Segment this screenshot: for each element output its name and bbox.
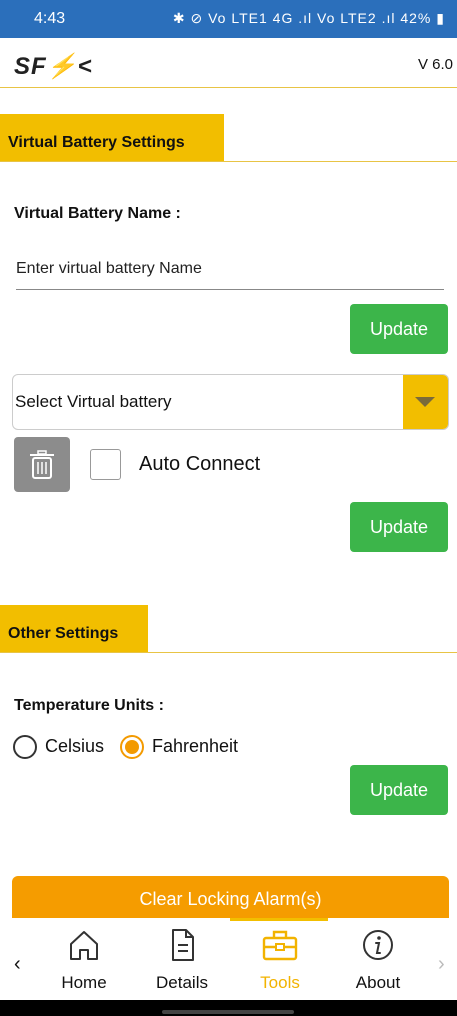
auto-connect-label: Auto Connect: [139, 453, 261, 475]
status-time: 4:43: [34, 10, 66, 27]
document-icon: [172, 929, 194, 961]
bolt-icon: ⚡: [46, 53, 78, 80]
radio-fahrenheit-label[interactable]: Fahrenheit: [152, 736, 238, 757]
app-version: V 6.0: [417, 56, 453, 73]
virtual-battery-name-input[interactable]: [16, 248, 444, 290]
delete-button[interactable]: [14, 437, 70, 492]
nav-label-about: About: [355, 973, 401, 992]
home-icon: [70, 931, 98, 960]
nav-label-tools: Tools: [260, 973, 300, 992]
app-logo: SF⚡<: [14, 53, 93, 80]
temperature-units-label: Temperature Units :: [14, 697, 164, 714]
radio-celsius-label[interactable]: Celsius: [45, 736, 104, 757]
status-icons: ✱ ⊘ Vo LTE1 4G .ıl Vo LTE2 .ıl 42% ▮: [173, 10, 445, 27]
virtual-battery-select[interactable]: Select Virtual battery: [12, 374, 449, 430]
toolbox-icon: [262, 930, 298, 961]
update-battery-button[interactable]: Update: [350, 502, 448, 552]
nav-label-home: Home: [61, 973, 107, 992]
trash-icon: [30, 450, 54, 479]
battery-icon: ▮: [436, 10, 445, 26]
active-tab-indicator: [230, 918, 328, 921]
nav-item-about[interactable]: About: [338, 928, 418, 993]
bottom-nav: ‹ › Home Details Tools About: [0, 918, 457, 1000]
update-units-button[interactable]: Update: [350, 765, 448, 815]
radio-celsius[interactable]: [13, 735, 37, 759]
auto-connect-checkbox[interactable]: [90, 449, 121, 480]
nav-item-home[interactable]: Home: [44, 928, 124, 993]
section-title-virtual-battery: Virtual Battery Settings: [0, 114, 224, 162]
home-gesture-handle[interactable]: [162, 1010, 294, 1014]
radio-fahrenheit[interactable]: [120, 735, 144, 759]
virtual-battery-name-label: Virtual Battery Name :: [14, 205, 181, 222]
battery-level: 42%: [400, 10, 432, 26]
nav-prev-arrow[interactable]: ‹: [14, 953, 21, 976]
info-icon: [363, 930, 393, 960]
signal-icons: ✱ ⊘ Vo LTE1 4G .ıl Vo LTE2 .ıl: [172, 10, 396, 26]
nav-label-details: Details: [156, 973, 208, 992]
nav-item-details[interactable]: Details: [142, 928, 222, 993]
chevron-down-icon: [415, 397, 435, 407]
app-header: SF⚡< V 6.0: [0, 38, 457, 88]
clear-locking-alarm-button[interactable]: Clear Locking Alarm(s): [12, 876, 449, 920]
system-nav-bar: [0, 1000, 457, 1016]
update-name-button[interactable]: Update: [350, 304, 448, 354]
section-title-other-settings: Other Settings: [0, 605, 148, 653]
section-divider: [0, 652, 457, 653]
section-divider: [0, 161, 457, 162]
nav-item-tools[interactable]: Tools: [240, 928, 320, 993]
select-value: Select Virtual battery: [15, 392, 172, 411]
dropdown-toggle[interactable]: [403, 375, 448, 429]
nav-next-arrow[interactable]: ›: [438, 953, 445, 976]
status-bar: 4:43 ✱ ⊘ Vo LTE1 4G .ıl Vo LTE2 .ıl 42% …: [0, 0, 457, 38]
